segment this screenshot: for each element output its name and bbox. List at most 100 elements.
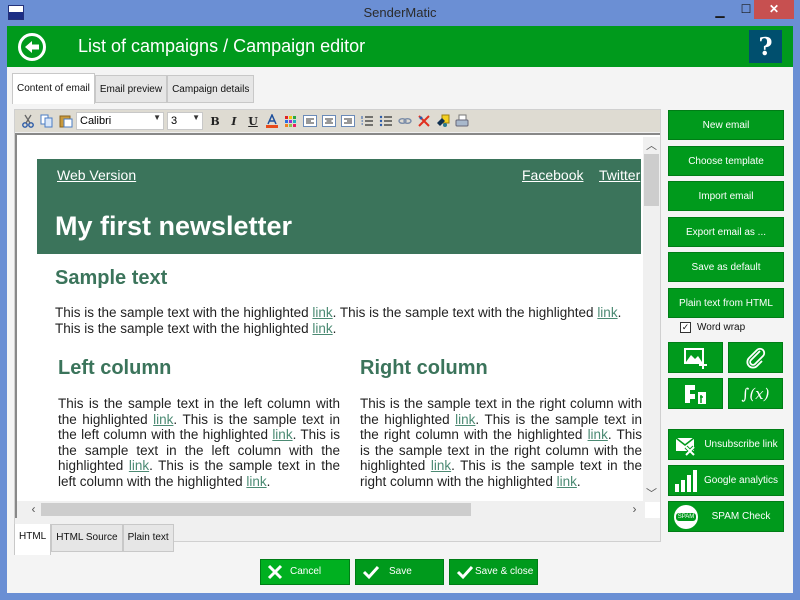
paste-icon[interactable]	[57, 112, 75, 130]
horizontal-scrollbar[interactable]: ‹ ›	[17, 501, 645, 518]
tab-campaign-details[interactable]: Campaign details	[167, 75, 255, 103]
text: .	[332, 320, 337, 336]
spam-check-button[interactable]: SPAM SPAM Check	[668, 501, 784, 532]
text: . This is the sample text with the highl…	[332, 305, 598, 320]
link[interactable]: link	[246, 474, 266, 489]
word-wrap-label: Word wrap	[697, 322, 746, 333]
link[interactable]: link	[129, 458, 149, 473]
fill-icon[interactable]	[434, 112, 452, 130]
link[interactable]: link	[588, 427, 608, 442]
link[interactable]: link	[455, 412, 475, 427]
vertical-scrollbar[interactable]: ︿ ﹀	[643, 137, 660, 502]
social-icon	[684, 384, 706, 404]
background-color-icon[interactable]	[282, 112, 300, 130]
right-column-paragraph: This is the sample text in the right col…	[360, 396, 642, 489]
minimize-button[interactable]: ▁	[707, 4, 733, 24]
tab-content-of-email[interactable]: Content of email	[12, 73, 95, 104]
ordered-list-icon[interactable]	[358, 112, 376, 130]
link[interactable]: link	[312, 305, 332, 320]
link[interactable]: link	[431, 458, 451, 473]
italic-icon[interactable]: I	[225, 112, 243, 130]
save-and-close-button[interactable]: Save & close	[449, 559, 538, 585]
word-wrap-checkbox[interactable]: ✓ Word wrap	[680, 322, 745, 333]
editor-toolbar: Calibri ▼ 3 ▼ B I U	[15, 110, 660, 132]
link[interactable]: link	[153, 412, 173, 427]
import-email-button[interactable]: Import email	[668, 181, 784, 211]
function-icon: ∫(x)	[741, 384, 770, 403]
twitter-link[interactable]: Twitter	[599, 167, 640, 183]
plain-text-from-html-button[interactable]: Plain text from HTML	[668, 288, 784, 318]
text: .	[576, 473, 581, 489]
left-column-paragraph: This is the sample text in the left colu…	[58, 396, 340, 489]
font-family-select[interactable]: Calibri ▼	[76, 112, 164, 130]
unsubscribe-link-button[interactable]: Unsubscribe link	[668, 429, 784, 460]
text: This is the sample text with the highlig…	[55, 320, 313, 336]
close-icon	[267, 564, 283, 580]
left-column-heading: Left column	[58, 357, 172, 379]
align-right-icon[interactable]	[339, 112, 357, 130]
tab-html-source[interactable]: HTML Source	[51, 524, 123, 552]
link[interactable]: link	[597, 305, 617, 320]
horizontal-scroll-thumb[interactable]	[41, 503, 471, 516]
newsletter-title: My first newsletter	[55, 211, 293, 241]
spam-icon: SPAM	[674, 505, 698, 529]
attachment-button[interactable]	[728, 342, 783, 373]
bold-icon[interactable]: B	[206, 112, 224, 130]
chevron-down-icon: ▼	[192, 113, 200, 122]
cancel-label: Cancel	[290, 566, 322, 577]
scroll-left-icon[interactable]: ‹	[25, 501, 42, 518]
unsubscribe-icon	[675, 437, 696, 457]
link[interactable]: link	[557, 474, 577, 489]
scroll-down-icon[interactable]: ﹀	[643, 485, 660, 502]
checkbox-checked-icon[interactable]: ✓	[680, 322, 691, 333]
new-email-button[interactable]: New email	[668, 110, 784, 140]
remove-format-icon[interactable]	[415, 112, 433, 130]
choose-template-button[interactable]: Choose template	[668, 146, 784, 176]
save-button[interactable]: Save	[355, 559, 444, 585]
insert-function-button[interactable]: ∫(x)	[728, 378, 783, 409]
font-size-select[interactable]: 3 ▼	[167, 112, 203, 130]
top-tabs: Content of email Email preview Campaign …	[12, 73, 255, 104]
save-as-default-button[interactable]: Save as default	[668, 252, 784, 282]
web-version-link[interactable]: Web Version	[57, 167, 136, 183]
analytics-label: Google analytics	[704, 475, 778, 486]
copy-icon[interactable]	[38, 112, 56, 130]
cancel-button[interactable]: Cancel	[260, 559, 350, 585]
google-analytics-button[interactable]: Google analytics	[668, 465, 784, 496]
link[interactable]: link	[272, 427, 292, 442]
cut-icon[interactable]	[19, 112, 37, 130]
email-editor: Calibri ▼ 3 ▼ B I U Web Version Facebook…	[14, 109, 661, 542]
tab-plain-text[interactable]: Plain text	[122, 524, 174, 552]
scroll-right-icon[interactable]: ›	[626, 501, 643, 518]
vertical-scroll-thumb[interactable]	[644, 154, 659, 206]
unordered-list-icon[interactable]	[377, 112, 395, 130]
font-size-value: 3	[171, 115, 178, 127]
export-email-button[interactable]: Export email as ...	[668, 217, 784, 247]
back-button[interactable]	[18, 33, 46, 61]
print-icon[interactable]	[453, 112, 471, 130]
social-buttons-button[interactable]	[668, 378, 723, 409]
font-color-icon[interactable]	[263, 112, 281, 130]
window-title: SenderMatic	[363, 5, 437, 20]
align-center-icon[interactable]	[320, 112, 338, 130]
close-button[interactable]: ✕	[754, 0, 794, 19]
link[interactable]: link	[312, 321, 332, 336]
align-left-icon[interactable]	[301, 112, 319, 130]
checkmark-icon	[456, 565, 474, 580]
facebook-link[interactable]: Facebook	[522, 167, 583, 183]
spam-check-label: SPAM Check	[711, 511, 771, 522]
tab-html[interactable]: HTML	[14, 524, 52, 555]
right-column-heading: Right column	[360, 357, 488, 379]
tab-email-preview[interactable]: Email preview	[94, 75, 168, 103]
underline-icon[interactable]: U	[244, 112, 262, 130]
insert-image-icon	[683, 347, 707, 369]
text: .	[266, 473, 271, 489]
attachment-icon	[745, 347, 765, 369]
client-area: List of campaigns / Campaign editor ? Co…	[7, 26, 793, 593]
scroll-up-icon[interactable]: ︿	[643, 137, 660, 154]
insert-link-icon[interactable]	[396, 112, 414, 130]
help-button[interactable]: ?	[749, 30, 782, 63]
html-document-view[interactable]: Web Version Facebook Twitter My first ne…	[15, 133, 660, 518]
chevron-down-icon: ▼	[153, 113, 161, 122]
insert-image-button[interactable]	[668, 342, 723, 373]
